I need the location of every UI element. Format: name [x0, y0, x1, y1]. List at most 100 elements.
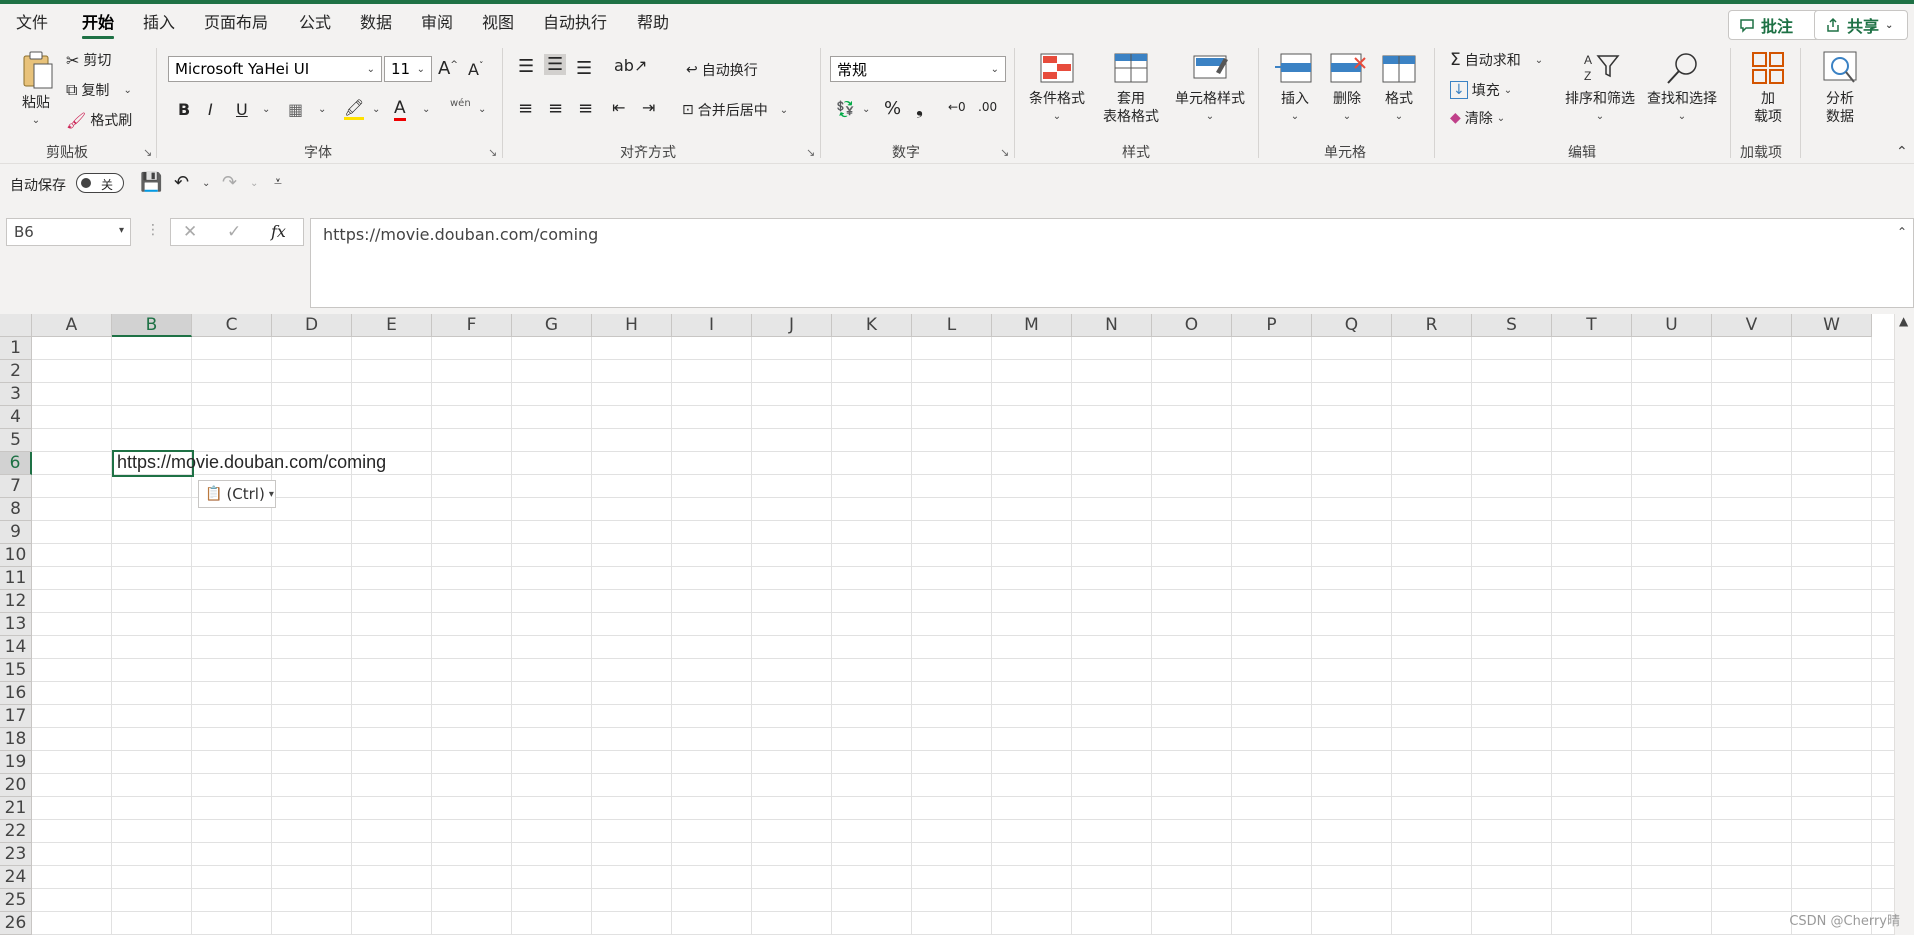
row-header-24[interactable]: 24 [0, 866, 32, 889]
border-icon[interactable]: ▦ [288, 100, 303, 119]
comments-button[interactable]: 批注 [1728, 10, 1820, 40]
row-header-21[interactable]: 21 [0, 797, 32, 820]
redo-icon[interactable]: ↷ [222, 172, 237, 193]
autosave-toggle[interactable]: 关 [76, 173, 124, 193]
chevron-down-icon[interactable]: ⌄ [250, 178, 258, 189]
column-header-w[interactable]: W [1792, 314, 1872, 337]
row-header-9[interactable]: 9 [0, 521, 32, 544]
row-header-2[interactable]: 2 [0, 360, 32, 383]
merge-center-button[interactable]: ⊡ 合并后居中 ⌄ [682, 100, 788, 120]
chevron-down-icon[interactable]: ⌄ [202, 178, 210, 189]
formula-input[interactable]: https://movie.douban.com/coming ⌃ [310, 218, 1914, 308]
column-header-a[interactable]: A [32, 314, 112, 337]
row-header-11[interactable]: 11 [0, 567, 32, 590]
tab-insert[interactable]: 插入 [143, 12, 175, 38]
underline-button[interactable]: U [236, 100, 248, 119]
sort-filter-button[interactable]: A Z 排序和筛选 ⌄ [1562, 50, 1638, 126]
italic-button[interactable]: I [208, 100, 213, 119]
number-format-select[interactable]: 常规 ⌄ [830, 56, 1006, 82]
vertical-scrollbar[interactable]: ▲ [1894, 314, 1914, 935]
accounting-format-icon[interactable]: 💱 [836, 100, 855, 118]
row-header-22[interactable]: 22 [0, 820, 32, 843]
column-header-r[interactable]: R [1392, 314, 1472, 337]
column-header-v[interactable]: V [1712, 314, 1792, 337]
chevron-down-icon[interactable]: ⌄ [318, 104, 326, 115]
tab-home[interactable]: 开始 [82, 12, 115, 39]
font-family-select[interactable]: Microsoft YaHei UI ⌄ [168, 56, 382, 82]
wrap-text-button[interactable]: ↩ 自动换行 [686, 60, 758, 80]
chevron-down-icon[interactable]: ⌄ [372, 104, 380, 115]
chevron-down-icon[interactable]: ⌄ [862, 104, 870, 115]
column-header-q[interactable]: Q [1312, 314, 1392, 337]
row-header-16[interactable]: 16 [0, 682, 32, 705]
row-header-18[interactable]: 18 [0, 728, 32, 751]
paste-button[interactable]: 粘贴 ⌄ [16, 50, 56, 130]
align-right-icon[interactable]: ≡ [578, 98, 593, 119]
column-header-u[interactable]: U [1632, 314, 1712, 337]
align-center-icon[interactable]: ≡ [548, 98, 563, 119]
analyze-data-button[interactable]: 分析 数据 [1818, 50, 1862, 126]
row-header-23[interactable]: 23 [0, 843, 32, 866]
insert-function-icon[interactable]: fx [271, 222, 286, 241]
tab-automate[interactable]: 自动执行 [543, 12, 607, 38]
find-select-button[interactable]: 查找和选择 ⌄ [1642, 50, 1722, 126]
column-header-i[interactable]: I [672, 314, 752, 337]
column-header-m[interactable]: M [992, 314, 1072, 337]
column-header-n[interactable]: N [1072, 314, 1152, 337]
percent-icon[interactable]: % [884, 98, 901, 119]
comma-style-icon[interactable]: ❟ [916, 98, 923, 119]
column-header-t[interactable]: T [1552, 314, 1632, 337]
decrease-indent-icon[interactable]: ⇤ [612, 98, 625, 117]
tab-formulas[interactable]: 公式 [299, 12, 331, 38]
name-box[interactable]: B6 ▾ [6, 218, 131, 246]
row-header-12[interactable]: 12 [0, 590, 32, 613]
align-bottom-icon[interactable]: ☰ [576, 58, 592, 79]
scroll-up-icon[interactable]: ▲ [1899, 314, 1908, 328]
font-size-select[interactable]: 11 ⌄ [384, 56, 432, 82]
shrink-font-icon[interactable]: Aˇ [468, 60, 483, 79]
increase-decimal-icon[interactable]: ←0 [948, 100, 966, 114]
row-header-13[interactable]: 13 [0, 613, 32, 636]
tab-review[interactable]: 审阅 [421, 12, 453, 38]
save-icon[interactable]: 💾 [140, 172, 162, 193]
column-header-p[interactable]: P [1232, 314, 1312, 337]
format-as-table-button[interactable]: 套用 表格格式 [1094, 52, 1168, 126]
decrease-decimal-icon[interactable]: .00 [978, 100, 997, 114]
column-header-j[interactable]: J [752, 314, 832, 337]
paste-options-button[interactable]: 📋 (Ctrl) ▾ [198, 480, 276, 508]
fill-color-icon[interactable]: 🖍 [344, 98, 365, 120]
autosum-button[interactable]: Σ 自动求和 ⌄ [1450, 50, 1543, 70]
row-header-8[interactable]: 8 [0, 498, 32, 521]
row-header-5[interactable]: 5 [0, 429, 32, 452]
expand-formula-bar-icon[interactable]: ⌃ [1897, 225, 1907, 239]
row-header-1[interactable]: 1 [0, 337, 32, 360]
column-header-e[interactable]: E [352, 314, 432, 337]
format-painter-button[interactable]: 🖌 格式刷 [66, 110, 132, 130]
increase-indent-icon[interactable]: ⇥ [642, 98, 655, 117]
dialog-launcher-icon[interactable]: ↘ [806, 146, 815, 159]
row-header-15[interactable]: 15 [0, 659, 32, 682]
cut-button[interactable]: ✂ 剪切 [66, 50, 111, 70]
align-left-icon[interactable]: ≡ [518, 98, 533, 119]
row-header-14[interactable]: 14 [0, 636, 32, 659]
row-header-20[interactable]: 20 [0, 774, 32, 797]
dialog-launcher-icon[interactable]: ↘ [488, 146, 497, 159]
more-options-icon[interactable]: ⋮ [146, 222, 160, 238]
customize-qat-icon[interactable]: ⩡ [274, 174, 282, 190]
column-header-c[interactable]: C [192, 314, 272, 337]
column-header-s[interactable]: S [1472, 314, 1552, 337]
row-header-4[interactable]: 4 [0, 406, 32, 429]
chevron-down-icon[interactable]: ⌄ [262, 104, 270, 115]
collapse-ribbon-icon[interactable]: ⌃ [1896, 144, 1908, 160]
row-header-6[interactable]: 6 [0, 452, 32, 475]
tab-view[interactable]: 视图 [482, 12, 514, 38]
row-header-25[interactable]: 25 [0, 889, 32, 912]
font-color-icon[interactable]: A [394, 98, 406, 121]
phonetic-guide-icon[interactable]: wén [450, 98, 471, 109]
insert-cells-button[interactable]: 插入 ⌄ [1272, 52, 1318, 126]
tab-file[interactable]: 文件 [16, 12, 48, 38]
chevron-down-icon[interactable]: ⌄ [478, 104, 486, 115]
dialog-launcher-icon[interactable]: ↘ [143, 146, 152, 159]
row-header-17[interactable]: 17 [0, 705, 32, 728]
tab-help[interactable]: 帮助 [637, 12, 669, 38]
